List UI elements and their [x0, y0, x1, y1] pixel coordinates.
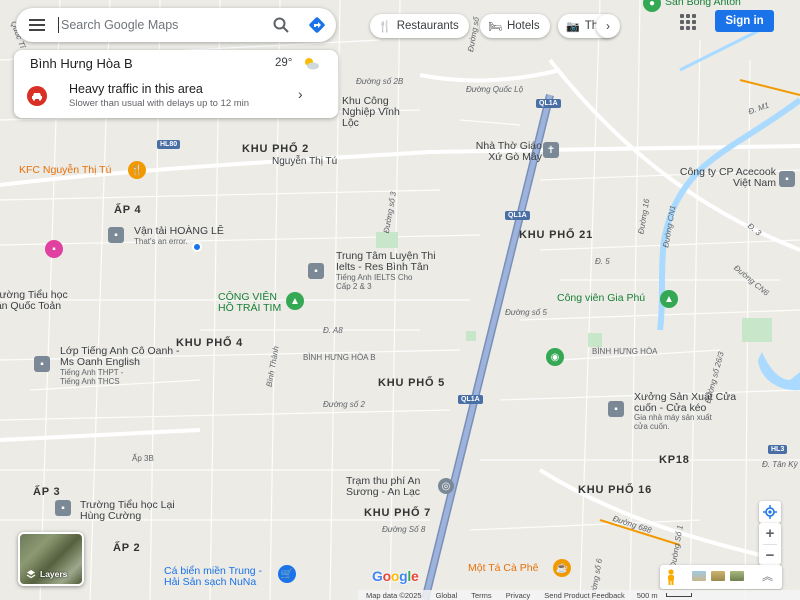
park-pin-icon[interactable]: ▲: [286, 292, 304, 310]
satellite-thumbnail[interactable]: [730, 571, 744, 581]
park-pin-icon[interactable]: ▲: [660, 290, 678, 308]
school-icon[interactable]: ▪: [34, 356, 50, 372]
chip-label: Restaurants: [396, 20, 459, 32]
menu-icon[interactable]: [16, 8, 58, 42]
factory-icon[interactable]: ▪: [608, 401, 624, 417]
street-view-thumbnail[interactable]: [692, 571, 706, 581]
chip-label: Hotels: [506, 20, 540, 32]
highway-shield: QL1A: [536, 99, 561, 108]
bed-icon: 🛏: [488, 20, 502, 33]
pegman-icon[interactable]: [664, 569, 678, 585]
highway-shield: HL80: [157, 140, 181, 149]
layers-button[interactable]: Layers: [18, 532, 84, 586]
layers-label: Layers: [40, 569, 68, 579]
zoom-controls: + −: [759, 523, 781, 565]
google-logo: Google: [372, 568, 419, 584]
chevron-right-icon[interactable]: ›: [596, 14, 620, 38]
my-location-icon[interactable]: [759, 501, 781, 523]
photo-thumbnail[interactable]: [711, 571, 725, 581]
park-pin-icon[interactable]: ◉: [546, 348, 564, 366]
partly-cloudy-icon: [305, 58, 319, 70]
area-info-card[interactable]: Bình Hưng Hòa B 29° Heavy traffic in thi…: [14, 50, 338, 118]
apps-grid-icon[interactable]: [676, 10, 700, 34]
expand-up-icon[interactable]: ︽: [762, 568, 773, 584]
hospital-icon[interactable]: ▪: [45, 240, 63, 258]
scale-label[interactable]: 500 m: [637, 591, 658, 600]
church-icon[interactable]: ✝: [543, 142, 559, 158]
layers-icon: [26, 570, 36, 579]
temperature: 29°: [275, 57, 293, 69]
highway-shield: QL1A: [505, 211, 530, 220]
shop-icon[interactable]: 🛒: [278, 565, 296, 583]
traffic-subtitle: Slower than usual with delays up to 12 m…: [69, 98, 250, 109]
chip-hotels[interactable]: 🛏 Hotels: [480, 14, 550, 38]
terms-link[interactable]: Terms: [471, 591, 491, 600]
scale-bar: [665, 593, 692, 597]
fork-knife-icon: 🍴: [378, 20, 392, 33]
traffic-title: Heavy traffic in this area: [69, 82, 203, 96]
office-icon[interactable]: ▪: [108, 227, 124, 243]
zoom-in-button[interactable]: +: [759, 523, 781, 544]
school-icon[interactable]: ▪: [308, 263, 324, 279]
directions-icon[interactable]: [298, 8, 336, 42]
search-icon[interactable]: [264, 8, 298, 42]
chevron-right-icon[interactable]: ›: [298, 86, 303, 102]
global-link[interactable]: Global: [436, 591, 458, 600]
location-dot-icon: [192, 242, 202, 252]
highway-shield: HL3: [768, 445, 788, 454]
building-icon[interactable]: ▪: [779, 171, 795, 187]
school-icon[interactable]: ▪: [55, 500, 71, 516]
zoom-out-button[interactable]: −: [759, 545, 781, 566]
sign-in-button[interactable]: Sign in: [715, 10, 774, 32]
highway-shield: QL1A: [458, 395, 483, 404]
toll-icon[interactable]: ◎: [438, 478, 454, 494]
camera-icon: 📷: [566, 20, 580, 33]
feedback-link[interactable]: Send Product Feedback: [544, 591, 624, 600]
cafe-icon[interactable]: ☕: [553, 559, 571, 577]
search-input[interactable]: [58, 17, 264, 33]
privacy-link[interactable]: Privacy: [506, 591, 531, 600]
imagery-strip: ︽: [660, 565, 782, 589]
chip-restaurants[interactable]: 🍴 Restaurants: [370, 14, 469, 38]
map-footer: Map data ©2025 Global Terms Privacy Send…: [358, 590, 800, 600]
place-name: Bình Hưng Hòa B: [30, 56, 133, 71]
map-data-attribution[interactable]: Map data ©2025: [366, 591, 422, 600]
restaurant-icon[interactable]: 🍴: [128, 161, 146, 179]
search-box[interactable]: [16, 8, 336, 42]
car-icon: [27, 86, 47, 106]
